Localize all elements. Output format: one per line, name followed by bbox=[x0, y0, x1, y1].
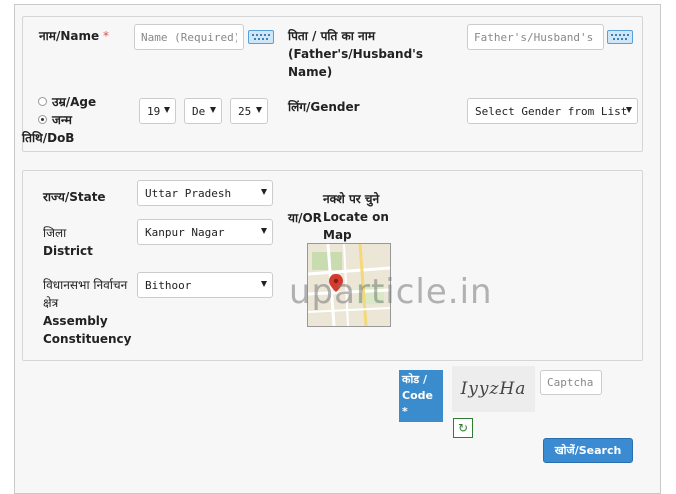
relative-name-label: पिता / पति का नाम (Father's/Husband's Na… bbox=[288, 29, 423, 79]
district-label: जिला District bbox=[43, 226, 93, 258]
district-select[interactable]: Kanpur Nagar bbox=[137, 219, 273, 245]
gender-select[interactable]: Select Gender from List bbox=[467, 98, 638, 124]
assembly-constituency-label: विधानसभा निर्वाचन क्षेत्र Assembly Const… bbox=[43, 278, 132, 346]
virtual-keyboard-icon[interactable] bbox=[607, 30, 633, 44]
dob-month-select[interactable]: De bbox=[184, 98, 222, 124]
dob-day-select[interactable]: 19 bbox=[139, 98, 176, 124]
age-label: उम्र/Age bbox=[52, 95, 97, 109]
watermark-text: uparticle.in bbox=[289, 272, 493, 312]
state-label: राज्य/State bbox=[43, 190, 106, 204]
search-button[interactable]: खोजें/Search bbox=[543, 438, 633, 463]
or-label: या/OR bbox=[288, 211, 322, 225]
name-input[interactable] bbox=[134, 24, 244, 50]
captcha-image: IyyzHa bbox=[452, 366, 535, 412]
age-radio[interactable] bbox=[38, 97, 47, 106]
assembly-constituency-select[interactable]: Bithoor bbox=[137, 272, 273, 298]
name-label: नाम/Name * bbox=[39, 29, 109, 43]
captcha-label: कोड / Code * bbox=[399, 370, 443, 422]
dob-label: जन्म तिथि/DoB bbox=[22, 113, 75, 145]
virtual-keyboard-icon[interactable] bbox=[248, 30, 274, 44]
relative-name-input[interactable] bbox=[467, 24, 604, 50]
gender-label: लिंग/Gender bbox=[288, 100, 360, 114]
locate-on-map-label: नक्शे पर चुने Locate on Map bbox=[323, 192, 389, 242]
dob-year-select[interactable]: 25 bbox=[230, 98, 268, 124]
state-select[interactable]: Uttar Pradesh bbox=[137, 180, 273, 206]
captcha-input[interactable] bbox=[540, 370, 602, 395]
refresh-captcha-icon[interactable]: ↻ bbox=[453, 418, 473, 438]
